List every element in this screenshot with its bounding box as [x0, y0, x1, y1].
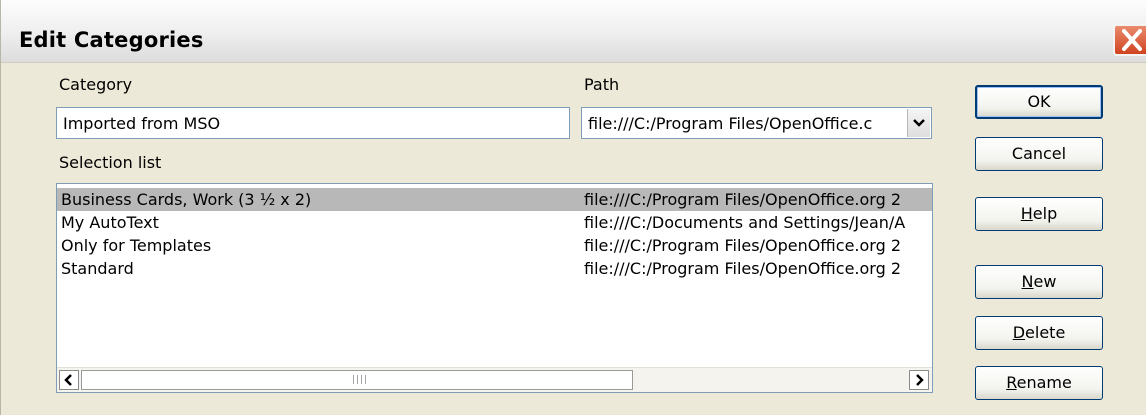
list-item-path: file:///C:/Documents and Settings/Jean/A: [584, 213, 906, 232]
selection-list-label: Selection list: [59, 153, 162, 172]
chevron-down-icon: [913, 119, 925, 127]
cancel-button-label: Cancel: [1011, 144, 1067, 163]
new-button-label: ew: [1033, 272, 1057, 291]
rename-button-mnemonic: R: [1006, 373, 1017, 392]
delete-button-mnemonic: D: [1012, 323, 1026, 342]
rename-button-label: ename: [1016, 373, 1072, 392]
path-dropdown-button[interactable]: [907, 109, 930, 137]
list-item[interactable]: My AutoText file:///C:/Documents and Set…: [57, 211, 932, 234]
ok-button-label: OK: [1027, 92, 1051, 111]
list-item-path: file:///C:/Program Files/OpenOffice.org …: [584, 236, 902, 255]
list-item-name: Business Cards, Work (3 ½ x 2): [61, 190, 312, 209]
close-icon: [1122, 29, 1142, 51]
delete-button-label: elete: [1025, 323, 1066, 342]
list-item-path: file:///C:/Program Files/OpenOffice.org …: [584, 259, 902, 278]
title-bar[interactable]: Edit Categories: [1, 0, 1146, 63]
list-item-path: file:///C:/Program Files/OpenOffice.org …: [584, 190, 902, 209]
scroll-left-button[interactable]: [59, 370, 79, 390]
scroll-right-icon: [916, 374, 924, 386]
path-combobox[interactable]: file:///C:/Program Files/OpenOffice.c: [581, 107, 932, 139]
scroll-right-button[interactable]: [909, 370, 929, 390]
edit-categories-dialog: Edit Categories Category Imported from M…: [0, 0, 1146, 415]
list-item[interactable]: Standard file:///C:/Program Files/OpenOf…: [57, 257, 932, 280]
dialog-title: Edit Categories: [19, 28, 204, 52]
list-item[interactable]: Only for Templates file:///C:/Program Fi…: [57, 234, 932, 257]
rename-button[interactable]: Rename: [975, 366, 1103, 400]
ok-button[interactable]: OK: [975, 85, 1103, 119]
list-item-name: Standard: [61, 259, 134, 278]
help-button-label: elp: [1032, 204, 1058, 223]
cancel-button[interactable]: Cancel: [975, 137, 1103, 171]
new-button-mnemonic: N: [1021, 272, 1034, 291]
category-label: Category: [59, 75, 133, 94]
delete-button[interactable]: Delete: [975, 316, 1103, 350]
path-label: Path: [584, 75, 620, 94]
grip-icon: ||||: [352, 375, 369, 385]
new-button[interactable]: New: [975, 265, 1103, 299]
help-button-mnemonic: H: [1020, 204, 1033, 223]
help-button[interactable]: Help: [975, 197, 1103, 231]
scroll-left-icon: [64, 374, 72, 386]
selection-list[interactable]: Business Cards, Work (3 ½ x 2) file:///C…: [56, 183, 933, 393]
list-item-name: My AutoText: [61, 213, 159, 232]
path-combobox-value: file:///C:/Program Files/OpenOffice.c: [588, 114, 873, 133]
category-input-value: Imported from MSO: [63, 114, 221, 133]
list-item-name: Only for Templates: [61, 236, 212, 255]
list-item[interactable]: Business Cards, Work (3 ½ x 2) file:///C…: [57, 188, 932, 211]
category-input[interactable]: Imported from MSO: [56, 107, 570, 139]
scrollbar-thumb[interactable]: ||||: [81, 370, 633, 390]
close-button[interactable]: [1113, 24, 1146, 56]
horizontal-scrollbar[interactable]: ||||: [57, 367, 932, 392]
